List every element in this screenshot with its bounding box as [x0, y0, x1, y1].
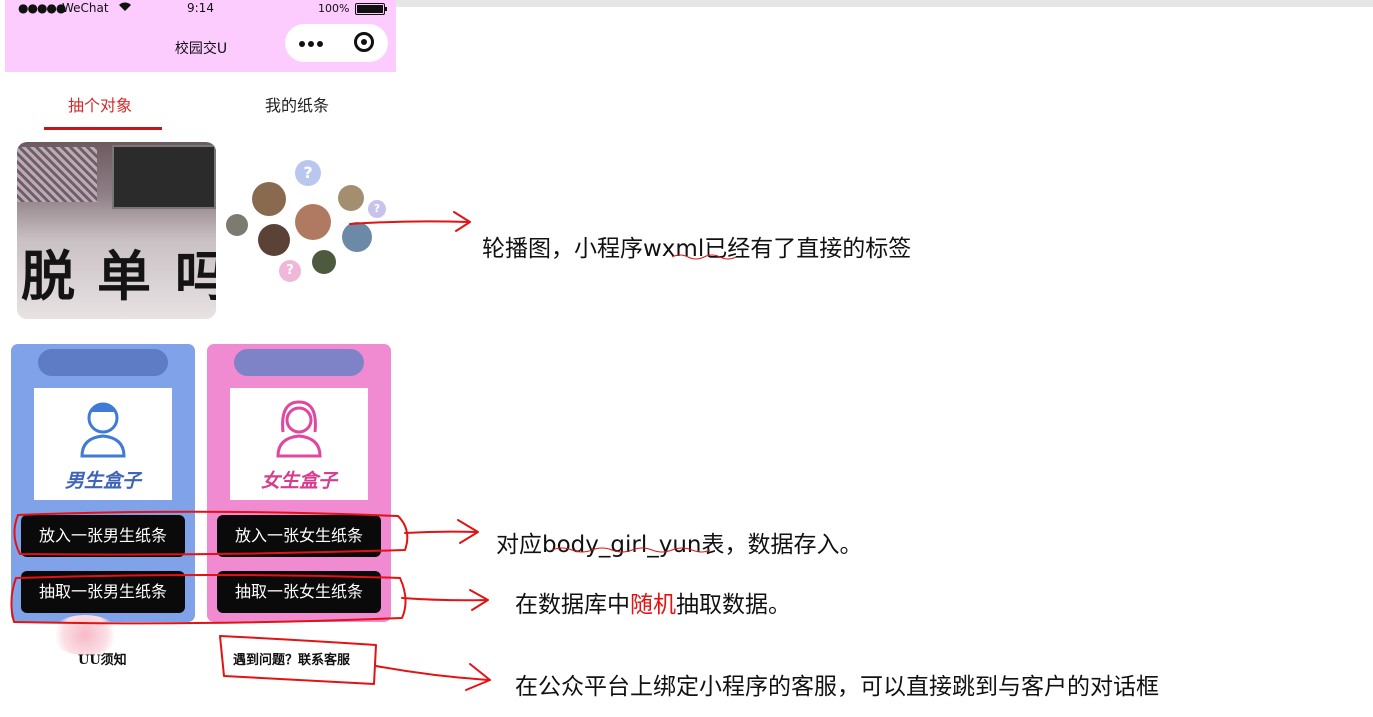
avatar — [338, 185, 364, 211]
page-title: 校园交U — [174, 41, 228, 57]
draw-annotation-text: 在数据库中 — [515, 592, 630, 618]
boy-box-image: 男生盒子 — [34, 388, 172, 500]
draw-annotation: 在数据库中随机抽取数据。 — [515, 585, 791, 619]
battery-icon — [355, 3, 387, 15]
boy-box-label: 男生盒子 — [64, 470, 141, 492]
draw-annotation-highlight: 随机 — [630, 592, 676, 618]
app-header: ●●●●● WeChat 9:14 100% 校园交U — [5, 0, 396, 72]
put-annotation: 对应body_girl_yun表，数据存入。 — [496, 532, 863, 558]
female-avatar-icon — [276, 400, 322, 458]
avatar — [312, 250, 336, 274]
question-icon: ? — [295, 160, 321, 186]
question-icon: ? — [279, 260, 301, 282]
phone-screen: ●●●●● WeChat 9:14 100% 校园交U 抽个对象 我的纸条 脱 … — [0, 0, 396, 717]
close-miniprogram-icon[interactable] — [354, 32, 374, 52]
service-annotation: 在公众平台上绑定小程序的客服，可以直接跳到与客户的对话框 — [515, 674, 1159, 700]
draw-annotation-text: 抽取数据。 — [676, 592, 791, 618]
draw-girl-note-button[interactable]: 抽取一张女生纸条 — [217, 571, 381, 613]
draw-arrow — [401, 589, 489, 611]
male-avatar-icon — [80, 402, 126, 458]
avatar — [342, 222, 372, 252]
girl-box-label: 女生盒子 — [260, 470, 337, 492]
tab-draw-partner[interactable]: 抽个对象 — [68, 92, 132, 116]
status-bar: ●●●●● WeChat 9:14 100% — [5, 0, 396, 18]
question-icon: ? — [368, 200, 386, 218]
box-graphic — [112, 145, 216, 209]
slide-char: 脱 — [21, 244, 75, 308]
carousel-annotation: 轮播图，小程序wxml已经有了直接的标签 — [482, 236, 912, 262]
clock: 9:14 — [187, 1, 214, 15]
carousel-slide-avatars[interactable]: ? ? ? — [222, 142, 386, 282]
slide-char: 吗 — [175, 244, 216, 308]
boy-box-card: 男生盒子 放入一张男生纸条 抽取一张男生纸条 — [11, 344, 195, 622]
put-arrow — [404, 519, 479, 544]
avatar — [295, 204, 331, 240]
avatar — [258, 224, 290, 256]
tab-active-indicator — [44, 127, 162, 130]
avatar — [226, 214, 248, 236]
contact-service-link[interactable]: 遇到问题？联系客服 — [233, 649, 350, 668]
window-top-border — [396, 0, 1373, 7]
slide-char: 单 — [97, 244, 151, 308]
basket-graphic — [17, 147, 97, 202]
carousel-slide-image[interactable]: 脱 单 吗 — [17, 142, 216, 319]
tab-my-notes[interactable]: 我的纸条 — [265, 92, 329, 116]
card-title-pill — [38, 349, 168, 376]
put-boy-note-button[interactable]: 放入一张男生纸条 — [21, 515, 185, 557]
signal-icon: ●●●●● — [18, 1, 66, 15]
avatar — [252, 182, 286, 216]
battery-percent: 100% — [318, 2, 350, 15]
uu-notice-link[interactable]: UU须知 — [78, 649, 127, 668]
card-title-pill — [234, 349, 364, 376]
more-icon[interactable] — [299, 41, 305, 47]
girl-box-card: 女生盒子 放入一张女生纸条 抽取一张女生纸条 — [207, 344, 391, 622]
put-girl-note-button[interactable]: 放入一张女生纸条 — [217, 515, 381, 557]
wifi-icon — [118, 1, 132, 15]
menu-capsule — [285, 24, 388, 62]
girl-box-image: 女生盒子 — [230, 388, 368, 500]
draw-boy-note-button[interactable]: 抽取一张男生纸条 — [21, 571, 185, 613]
carrier-label: WeChat — [62, 1, 109, 15]
